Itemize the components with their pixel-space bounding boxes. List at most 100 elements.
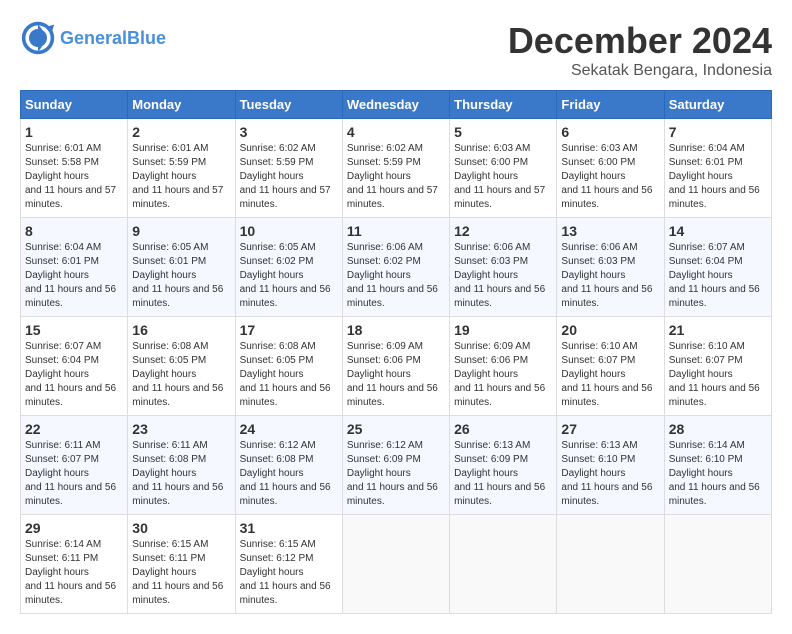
day-info: Sunrise: 6:14 AM Sunset: 6:11 PM Dayligh… bbox=[25, 538, 123, 608]
calendar-cell: 4 Sunrise: 6:02 AM Sunset: 5:59 PM Dayli… bbox=[342, 119, 449, 218]
day-number: 20 bbox=[561, 322, 659, 338]
day-info: Sunrise: 6:10 AM Sunset: 6:07 PM Dayligh… bbox=[669, 340, 767, 410]
calendar-cell: 14 Sunrise: 6:07 AM Sunset: 6:04 PM Dayl… bbox=[664, 218, 771, 317]
day-info: Sunrise: 6:04 AM Sunset: 6:01 PM Dayligh… bbox=[669, 142, 767, 212]
calendar-cell: 8 Sunrise: 6:04 AM Sunset: 6:01 PM Dayli… bbox=[21, 218, 128, 317]
calendar-cell: 28 Sunrise: 6:14 AM Sunset: 6:10 PM Dayl… bbox=[664, 416, 771, 515]
day-info: Sunrise: 6:09 AM Sunset: 6:06 PM Dayligh… bbox=[347, 340, 445, 410]
calendar-cell: 21 Sunrise: 6:10 AM Sunset: 6:07 PM Dayl… bbox=[664, 317, 771, 416]
calendar-week-row: 1 Sunrise: 6:01 AM Sunset: 5:58 PM Dayli… bbox=[21, 119, 772, 218]
calendar-cell: 5 Sunrise: 6:03 AM Sunset: 6:00 PM Dayli… bbox=[450, 119, 557, 218]
day-number: 10 bbox=[240, 223, 338, 239]
calendar-cell: 22 Sunrise: 6:11 AM Sunset: 6:07 PM Dayl… bbox=[21, 416, 128, 515]
calendar-cell bbox=[342, 515, 449, 614]
day-info: Sunrise: 6:01 AM Sunset: 5:58 PM Dayligh… bbox=[25, 142, 123, 212]
day-info: Sunrise: 6:03 AM Sunset: 6:00 PM Dayligh… bbox=[561, 142, 659, 212]
calendar-cell: 18 Sunrise: 6:09 AM Sunset: 6:06 PM Dayl… bbox=[342, 317, 449, 416]
day-info: Sunrise: 6:15 AM Sunset: 6:12 PM Dayligh… bbox=[240, 538, 338, 608]
day-number: 5 bbox=[454, 124, 552, 140]
calendar-cell: 13 Sunrise: 6:06 AM Sunset: 6:03 PM Dayl… bbox=[557, 218, 664, 317]
day-info: Sunrise: 6:11 AM Sunset: 6:07 PM Dayligh… bbox=[25, 439, 123, 509]
day-number: 7 bbox=[669, 124, 767, 140]
calendar-cell bbox=[450, 515, 557, 614]
title-block: December 2024 Sekatak Bengara, Indonesia bbox=[508, 20, 772, 80]
day-number: 6 bbox=[561, 124, 659, 140]
calendar-cell: 25 Sunrise: 6:12 AM Sunset: 6:09 PM Dayl… bbox=[342, 416, 449, 515]
month-title: December 2024 bbox=[508, 20, 772, 62]
day-number: 12 bbox=[454, 223, 552, 239]
day-number: 30 bbox=[132, 520, 230, 536]
day-number: 3 bbox=[240, 124, 338, 140]
day-number: 8 bbox=[25, 223, 123, 239]
calendar-cell: 6 Sunrise: 6:03 AM Sunset: 6:00 PM Dayli… bbox=[557, 119, 664, 218]
day-info: Sunrise: 6:01 AM Sunset: 5:59 PM Dayligh… bbox=[132, 142, 230, 212]
day-info: Sunrise: 6:09 AM Sunset: 6:06 PM Dayligh… bbox=[454, 340, 552, 410]
calendar-cell: 2 Sunrise: 6:01 AM Sunset: 5:59 PM Dayli… bbox=[128, 119, 235, 218]
day-number: 22 bbox=[25, 421, 123, 437]
day-number: 14 bbox=[669, 223, 767, 239]
day-info: Sunrise: 6:07 AM Sunset: 6:04 PM Dayligh… bbox=[669, 241, 767, 311]
day-info: Sunrise: 6:05 AM Sunset: 6:01 PM Dayligh… bbox=[132, 241, 230, 311]
day-info: Sunrise: 6:13 AM Sunset: 6:10 PM Dayligh… bbox=[561, 439, 659, 509]
weekday-header-tuesday: Tuesday bbox=[235, 91, 342, 119]
day-info: Sunrise: 6:02 AM Sunset: 5:59 PM Dayligh… bbox=[240, 142, 338, 212]
day-number: 27 bbox=[561, 421, 659, 437]
day-info: Sunrise: 6:04 AM Sunset: 6:01 PM Dayligh… bbox=[25, 241, 123, 311]
location-subtitle: Sekatak Bengara, Indonesia bbox=[508, 62, 772, 80]
weekday-header-monday: Monday bbox=[128, 91, 235, 119]
calendar-cell: 12 Sunrise: 6:06 AM Sunset: 6:03 PM Dayl… bbox=[450, 218, 557, 317]
day-info: Sunrise: 6:07 AM Sunset: 6:04 PM Dayligh… bbox=[25, 340, 123, 410]
day-number: 25 bbox=[347, 421, 445, 437]
day-info: Sunrise: 6:12 AM Sunset: 6:09 PM Dayligh… bbox=[347, 439, 445, 509]
day-number: 23 bbox=[132, 421, 230, 437]
calendar-table: SundayMondayTuesdayWednesdayThursdayFrid… bbox=[20, 90, 772, 614]
day-number: 31 bbox=[240, 520, 338, 536]
day-info: Sunrise: 6:08 AM Sunset: 6:05 PM Dayligh… bbox=[240, 340, 338, 410]
calendar-cell: 23 Sunrise: 6:11 AM Sunset: 6:08 PM Dayl… bbox=[128, 416, 235, 515]
calendar-cell bbox=[557, 515, 664, 614]
calendar-cell: 19 Sunrise: 6:09 AM Sunset: 6:06 PM Dayl… bbox=[450, 317, 557, 416]
weekday-header-thursday: Thursday bbox=[450, 91, 557, 119]
day-number: 17 bbox=[240, 322, 338, 338]
calendar-cell: 3 Sunrise: 6:02 AM Sunset: 5:59 PM Dayli… bbox=[235, 119, 342, 218]
day-info: Sunrise: 6:06 AM Sunset: 6:03 PM Dayligh… bbox=[454, 241, 552, 311]
calendar-week-row: 15 Sunrise: 6:07 AM Sunset: 6:04 PM Dayl… bbox=[21, 317, 772, 416]
calendar-cell: 7 Sunrise: 6:04 AM Sunset: 6:01 PM Dayli… bbox=[664, 119, 771, 218]
logo-general: General bbox=[60, 28, 127, 48]
day-info: Sunrise: 6:10 AM Sunset: 6:07 PM Dayligh… bbox=[561, 340, 659, 410]
day-number: 21 bbox=[669, 322, 767, 338]
day-info: Sunrise: 6:12 AM Sunset: 6:08 PM Dayligh… bbox=[240, 439, 338, 509]
calendar-cell: 26 Sunrise: 6:13 AM Sunset: 6:09 PM Dayl… bbox=[450, 416, 557, 515]
day-number: 29 bbox=[25, 520, 123, 536]
day-info: Sunrise: 6:06 AM Sunset: 6:02 PM Dayligh… bbox=[347, 241, 445, 311]
day-info: Sunrise: 6:15 AM Sunset: 6:11 PM Dayligh… bbox=[132, 538, 230, 608]
calendar-cell bbox=[664, 515, 771, 614]
weekday-header-row: SundayMondayTuesdayWednesdayThursdayFrid… bbox=[21, 91, 772, 119]
calendar-cell: 31 Sunrise: 6:15 AM Sunset: 6:12 PM Dayl… bbox=[235, 515, 342, 614]
day-number: 4 bbox=[347, 124, 445, 140]
day-info: Sunrise: 6:06 AM Sunset: 6:03 PM Dayligh… bbox=[561, 241, 659, 311]
calendar-cell: 9 Sunrise: 6:05 AM Sunset: 6:01 PM Dayli… bbox=[128, 218, 235, 317]
calendar-cell: 17 Sunrise: 6:08 AM Sunset: 6:05 PM Dayl… bbox=[235, 317, 342, 416]
calendar-cell: 16 Sunrise: 6:08 AM Sunset: 6:05 PM Dayl… bbox=[128, 317, 235, 416]
day-info: Sunrise: 6:08 AM Sunset: 6:05 PM Dayligh… bbox=[132, 340, 230, 410]
calendar-cell: 1 Sunrise: 6:01 AM Sunset: 5:58 PM Dayli… bbox=[21, 119, 128, 218]
day-number: 1 bbox=[25, 124, 123, 140]
calendar-cell: 27 Sunrise: 6:13 AM Sunset: 6:10 PM Dayl… bbox=[557, 416, 664, 515]
day-number: 15 bbox=[25, 322, 123, 338]
calendar-cell: 24 Sunrise: 6:12 AM Sunset: 6:08 PM Dayl… bbox=[235, 416, 342, 515]
calendar-cell: 30 Sunrise: 6:15 AM Sunset: 6:11 PM Dayl… bbox=[128, 515, 235, 614]
logo-icon bbox=[20, 20, 56, 56]
logo: GeneralBlue bbox=[20, 20, 166, 56]
weekday-header-sunday: Sunday bbox=[21, 91, 128, 119]
day-number: 19 bbox=[454, 322, 552, 338]
day-info: Sunrise: 6:11 AM Sunset: 6:08 PM Dayligh… bbox=[132, 439, 230, 509]
day-number: 13 bbox=[561, 223, 659, 239]
page-header: GeneralBlue December 2024 Sekatak Bengar… bbox=[20, 20, 772, 80]
calendar-week-row: 22 Sunrise: 6:11 AM Sunset: 6:07 PM Dayl… bbox=[21, 416, 772, 515]
logo-blue: Blue bbox=[127, 28, 166, 48]
day-number: 18 bbox=[347, 322, 445, 338]
calendar-cell: 10 Sunrise: 6:05 AM Sunset: 6:02 PM Dayl… bbox=[235, 218, 342, 317]
weekday-header-friday: Friday bbox=[557, 91, 664, 119]
calendar-cell: 29 Sunrise: 6:14 AM Sunset: 6:11 PM Dayl… bbox=[21, 515, 128, 614]
